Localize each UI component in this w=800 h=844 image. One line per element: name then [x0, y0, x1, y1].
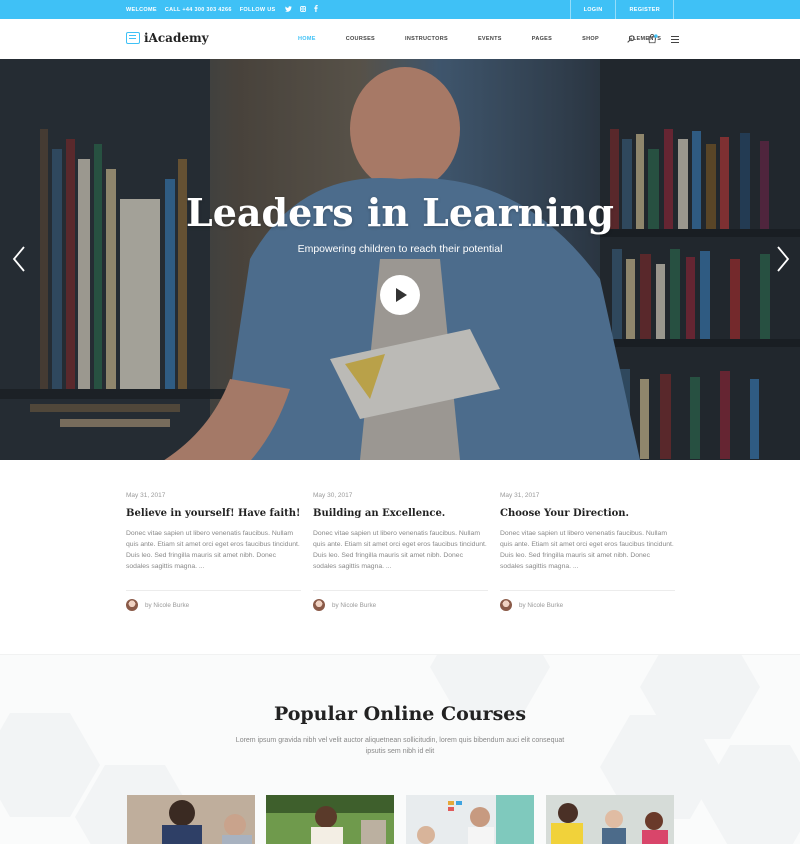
post-divider: [126, 590, 301, 591]
post-divider: [500, 590, 675, 591]
course-card[interactable]: [406, 795, 534, 844]
section-subtitle: Lorem ipsum gravida nibh vel velit aucto…: [235, 737, 565, 755]
search-icon[interactable]: [626, 34, 636, 44]
blog-post: May 30, 2017 Building an Excellence. Don…: [313, 492, 488, 611]
top-bar-info: WELCOME CALL +44 300 303 4266 FOLLOW US: [126, 0, 319, 19]
logo-text: iAcademy: [144, 31, 209, 45]
chevron-right-icon: [777, 246, 790, 272]
post-date: May 31, 2017: [126, 492, 166, 499]
post-title[interactable]: Choose Your Direction.: [500, 508, 675, 519]
play-icon: [396, 288, 407, 302]
post-divider: [313, 590, 488, 591]
account-links: LOGIN REGISTER: [569, 0, 674, 19]
author-name[interactable]: by Nicole Burke: [145, 602, 189, 609]
hero-slider: Leaders in Learning Empowering children …: [0, 59, 800, 460]
post-title[interactable]: Believe in yourself! Have faith!: [126, 508, 301, 519]
twitter-icon[interactable]: [285, 5, 293, 14]
post-author: by Nicole Burke: [126, 599, 301, 611]
post-excerpt: Donec vitae sapien ut libero venenatis f…: [500, 530, 674, 570]
course-card[interactable]: [546, 795, 674, 844]
site-logo[interactable]: iAcademy: [126, 31, 209, 45]
menu-icon[interactable]: [670, 34, 680, 44]
facebook-icon[interactable]: [314, 5, 319, 14]
course-image: [127, 795, 255, 844]
slider-prev-button[interactable]: [11, 245, 27, 273]
nav-instructors[interactable]: INSTRUCTORS: [405, 36, 448, 42]
register-link[interactable]: REGISTER: [615, 0, 674, 19]
hero-overlay: [0, 59, 800, 460]
post-title[interactable]: Building an Excellence.: [313, 508, 488, 519]
hero-subtitle: Empowering children to reach their poten…: [297, 243, 503, 255]
chevron-left-icon: [12, 246, 25, 272]
course-image: [546, 795, 674, 844]
author-avatar: [500, 599, 512, 611]
section-title: Popular Online Courses: [273, 703, 527, 725]
welcome-text: WELCOME: [126, 6, 157, 13]
course-image: [266, 795, 394, 844]
post-excerpt: Donec vitae sapien ut libero venenatis f…: [126, 530, 300, 570]
slider-next-button[interactable]: [775, 245, 791, 273]
course-image: [406, 795, 534, 844]
nav-home[interactable]: HOME: [298, 36, 316, 42]
post-date: May 30, 2017: [313, 492, 353, 499]
top-bar: WELCOME CALL +44 300 303 4266 FOLLOW US …: [0, 0, 800, 19]
author-name[interactable]: by Nicole Burke: [332, 602, 376, 609]
hero-title: Leaders in Learning: [185, 190, 614, 235]
author-avatar: [126, 599, 138, 611]
nav-courses[interactable]: COURSES: [346, 36, 375, 42]
course-card[interactable]: [266, 795, 394, 844]
nav-shop[interactable]: SHOP: [582, 36, 599, 42]
book-icon: [126, 32, 140, 44]
popular-courses-section: Popular Online Courses Lorem ipsum gravi…: [0, 654, 800, 844]
blog-post: May 31, 2017 Believe in yourself! Have f…: [126, 492, 301, 611]
nav-events[interactable]: EVENTS: [478, 36, 502, 42]
play-video-button[interactable]: [380, 275, 420, 315]
follow-us-text: FOLLOW US: [239, 6, 276, 13]
author-name[interactable]: by Nicole Burke: [519, 602, 563, 609]
post-author: by Nicole Burke: [500, 599, 675, 611]
login-link[interactable]: LOGIN: [569, 0, 616, 19]
course-card[interactable]: [127, 795, 255, 844]
main-header: iAcademy HOME COURSES INSTRUCTORS EVENTS…: [0, 19, 800, 59]
nav-pages[interactable]: PAGES: [532, 36, 552, 42]
phone-text: CALL +44 300 303 4266: [164, 6, 232, 13]
cart-icon[interactable]: [648, 34, 658, 44]
post-excerpt: Donec vitae sapien ut libero venenatis f…: [313, 530, 487, 570]
post-date: May 31, 2017: [500, 492, 540, 499]
instagram-icon[interactable]: [300, 5, 307, 14]
social-links: [285, 5, 319, 14]
post-author: by Nicole Burke: [313, 599, 488, 611]
author-avatar: [313, 599, 325, 611]
header-icons: [626, 19, 680, 59]
blog-post: May 31, 2017 Choose Your Direction. Done…: [500, 492, 675, 611]
